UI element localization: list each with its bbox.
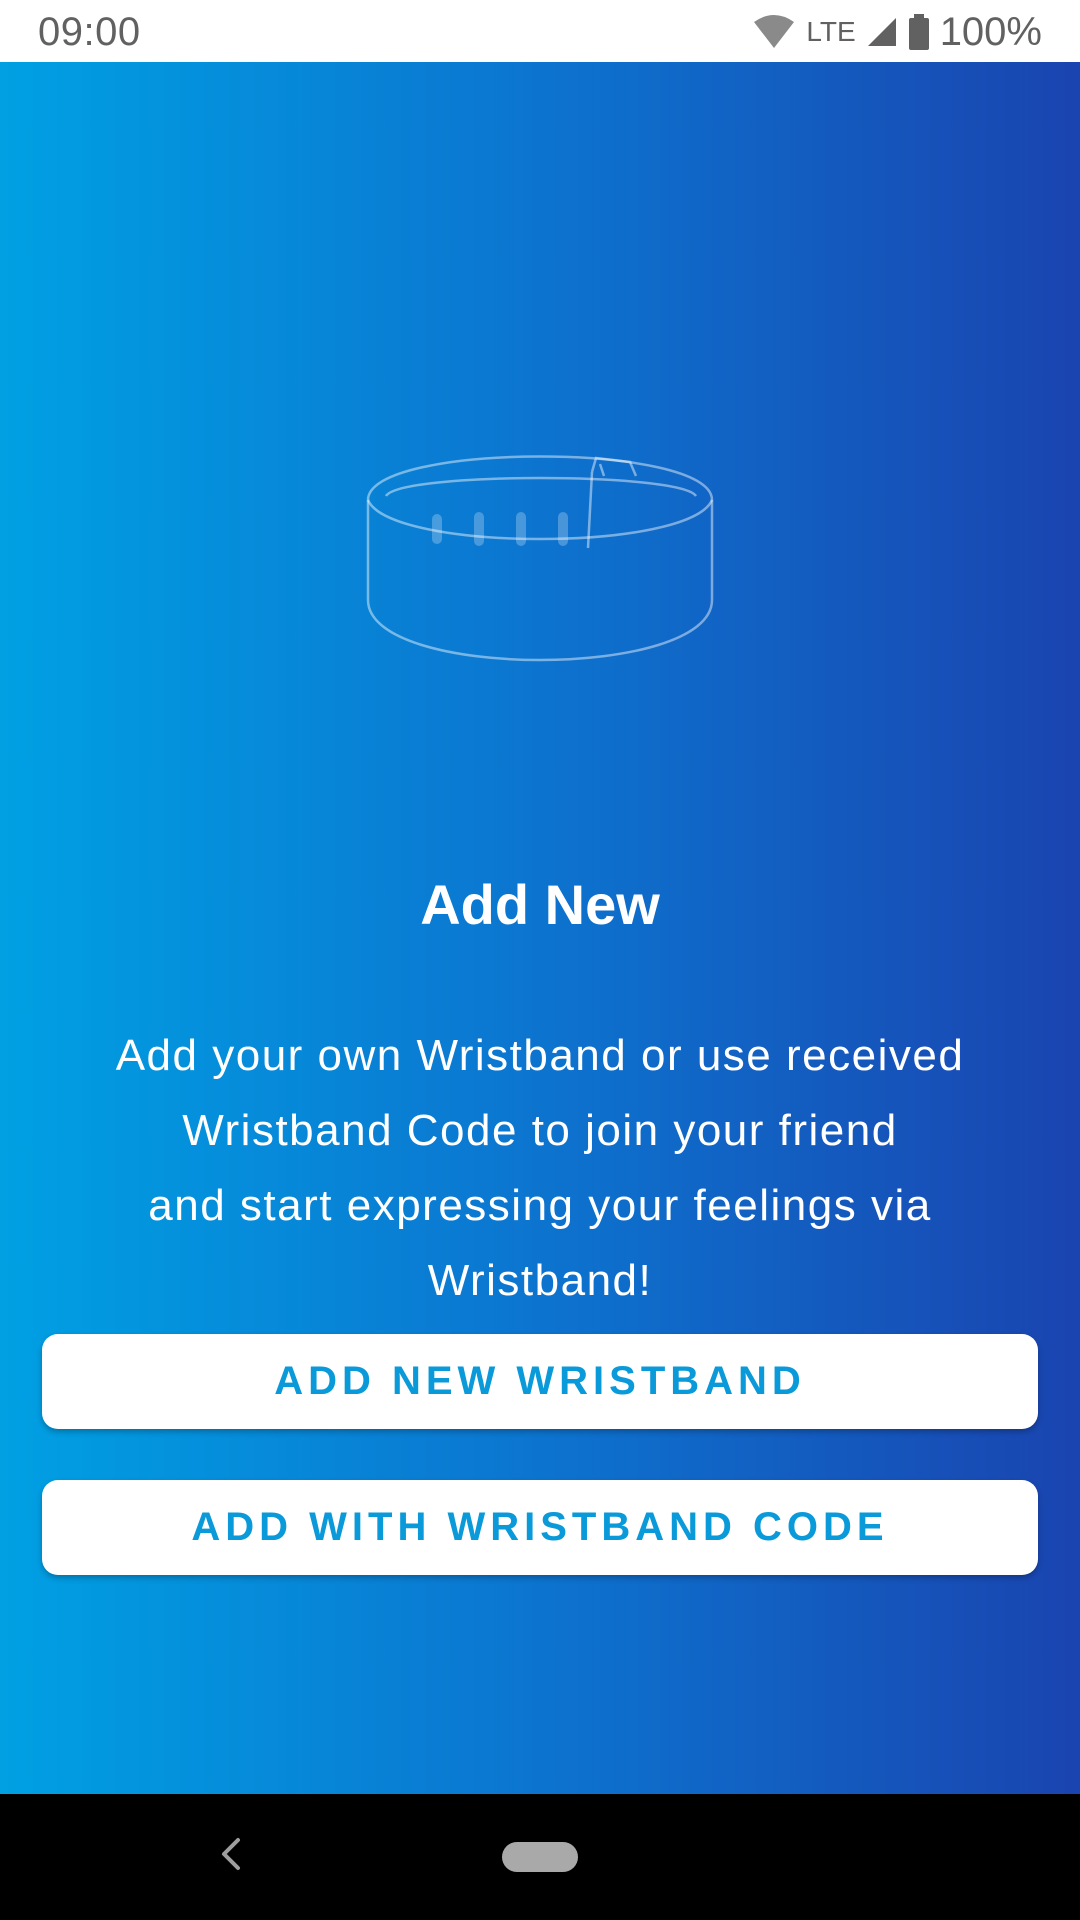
add-with-wristband-code-button[interactable]: ADD WITH WRISTBAND CODE xyxy=(42,1480,1038,1575)
home-pill-icon[interactable] xyxy=(502,1842,578,1872)
battery-percentage: 100% xyxy=(939,10,1042,54)
screen: 09:00 LTE 100% Add New Add your own Wris… xyxy=(0,0,1080,1920)
network-type: LTE xyxy=(806,16,856,47)
battery-icon xyxy=(908,14,930,50)
status-icons: LTE 100% xyxy=(752,8,1042,56)
wifi-icon xyxy=(752,14,796,50)
description-text: Add your own Wristband or use received W… xyxy=(60,1018,1020,1318)
main-content: Add New Add your own Wristband or use re… xyxy=(0,62,1080,1794)
page-title: Add New xyxy=(420,873,660,936)
back-icon[interactable] xyxy=(212,1834,252,1874)
navigation-bar xyxy=(0,1794,1080,1920)
description-line: Add your own Wristband or use received xyxy=(115,1031,965,1080)
description-line: Wristband! xyxy=(427,1256,653,1305)
add-new-wristband-button[interactable]: ADD NEW WRISTBAND xyxy=(42,1334,1038,1429)
status-time: 09:00 xyxy=(38,10,141,54)
description-line: and start expressing your feelings via xyxy=(148,1181,932,1230)
wristband-illustration xyxy=(360,402,720,692)
cell-signal-icon xyxy=(866,16,898,48)
description-line: Wristband Code to join your friend xyxy=(182,1106,898,1155)
status-bar: 09:00 LTE 100% xyxy=(0,0,1080,62)
